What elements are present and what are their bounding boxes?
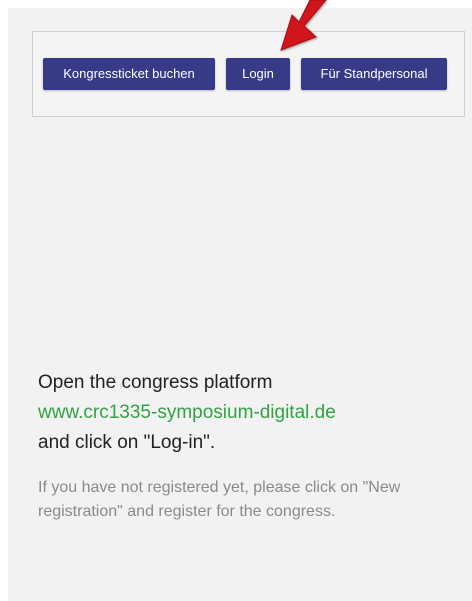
instruction-line-1: Open the congress platform bbox=[38, 372, 273, 393]
instruction-text: Open the congress platform www.crc1335-s… bbox=[38, 368, 468, 458]
book-ticket-button[interactable]: Kongressticket buchen bbox=[43, 58, 215, 90]
staff-button[interactable]: Für Standpersonal bbox=[301, 58, 447, 90]
instruction-line-3: and click on "Log-in". bbox=[38, 432, 216, 453]
login-button[interactable]: Login bbox=[226, 58, 290, 90]
navigation-button-bar: Kongressticket buchen Login Für Standper… bbox=[32, 31, 465, 117]
instructions-block: Open the congress platform www.crc1335-s… bbox=[38, 368, 468, 524]
registration-note: If you have not registered yet, please c… bbox=[38, 479, 401, 520]
platform-link[interactable]: www.crc1335-symposium-digital.de bbox=[38, 402, 336, 423]
instruction-card: Kongressticket buchen Login Für Standper… bbox=[8, 8, 472, 601]
